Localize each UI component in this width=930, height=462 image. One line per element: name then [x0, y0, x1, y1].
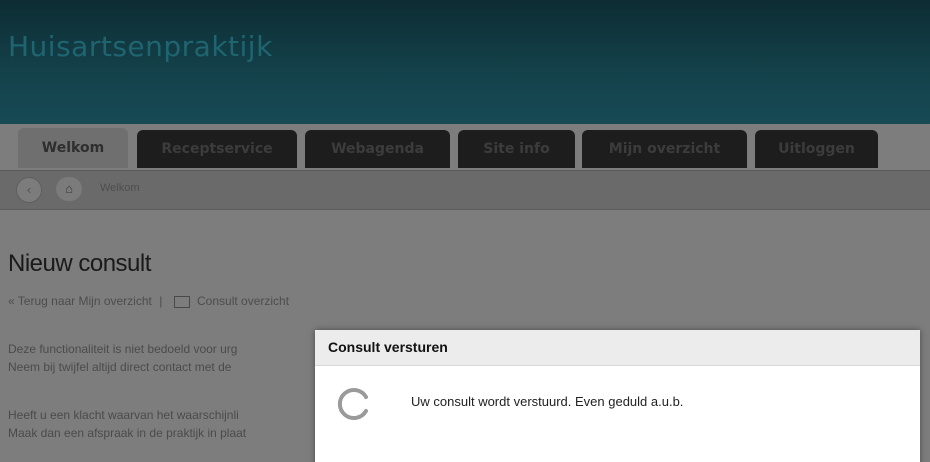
- tab-welkom[interactable]: Welkom: [18, 128, 128, 168]
- site-header: Huisartsenpraktijk: [0, 0, 930, 124]
- tab-site-info[interactable]: Site info: [458, 130, 575, 168]
- home-icon[interactable]: ⌂: [56, 177, 82, 201]
- info-paragraph-1: Deze functionaliteit is niet bedoeld voo…: [8, 340, 237, 376]
- page-links: « Terug naar Mijn overzicht | Consult ov…: [8, 294, 289, 308]
- page: Huisartsenpraktijk Welkom Receptservice …: [0, 0, 930, 462]
- consult-overview-link[interactable]: Consult overzicht: [197, 294, 289, 308]
- page-title: Nieuw consult: [8, 250, 151, 277]
- tab-uitloggen[interactable]: Uitloggen: [755, 130, 878, 168]
- tab-mijn-overzicht[interactable]: Mijn overzicht: [582, 130, 747, 168]
- tab-webagenda[interactable]: Webagenda: [305, 130, 450, 168]
- info-text-line: Heeft u een klacht waarvan het waarschij…: [8, 408, 239, 422]
- dialog-message: Uw consult wordt verstuurd. Even geduld …: [411, 394, 684, 409]
- back-to-overview-link[interactable]: « Terug naar Mijn overzicht: [8, 294, 152, 308]
- loading-spinner-icon: [337, 388, 368, 420]
- send-consult-dialog: Consult versturen Uw consult wordt verst…: [315, 330, 920, 462]
- breadcrumb: ‹ ⌂ Welkom: [0, 170, 930, 210]
- link-separator: |: [159, 294, 163, 308]
- site-brand[interactable]: Huisartsenpraktijk: [8, 30, 273, 63]
- info-text-line: Maak dan een afspraak in de praktijk in …: [8, 426, 247, 440]
- tab-receptservice[interactable]: Receptservice: [137, 130, 297, 168]
- info-text-line: Neem bij twijfel altijd direct contact m…: [8, 360, 232, 374]
- dialog-title: Consult versturen: [315, 330, 920, 366]
- message-icon: [173, 295, 190, 308]
- info-text-line: Deze functionaliteit is niet bedoeld voo…: [8, 342, 238, 356]
- back-arrow-icon[interactable]: ‹: [16, 177, 42, 203]
- main-nav: Welkom Receptservice Webagenda Site info…: [0, 118, 930, 170]
- breadcrumb-current: Welkom: [100, 182, 140, 194]
- info-paragraph-2: Heeft u een klacht waarvan het waarschij…: [8, 406, 246, 442]
